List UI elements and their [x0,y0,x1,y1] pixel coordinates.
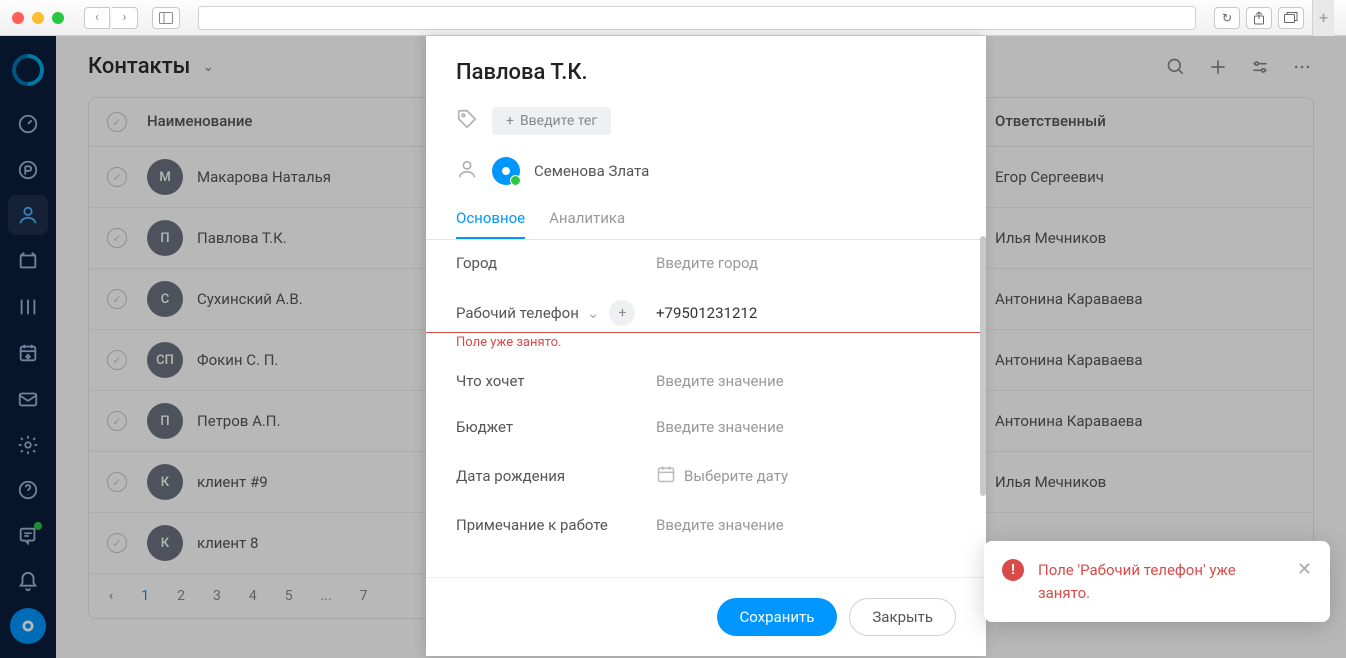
fields-container: Город Рабочий телефон ⌄ + Поле уже занят… [426,240,986,577]
plus-icon: + [506,113,514,129]
toast-message: Поле 'Рабочий телефон' уже занято. [1038,559,1283,604]
budget-label: Бюджет [456,418,656,436]
city-label: Город [456,254,656,272]
phone-input[interactable] [656,304,956,322]
tab-main[interactable]: Основное [456,201,525,239]
toast-close[interactable]: ✕ [1297,559,1312,604]
field-phone: Рабочий телефон ⌄ + [426,286,986,333]
field-dob: Дата рождения [426,450,986,502]
modal-footer: Сохранить Закрыть [426,577,986,656]
tag-icon [456,108,478,134]
owner-row: Семенова Злата [426,151,986,201]
field-city: Город [426,240,986,286]
new-tab-button[interactable]: + [1312,0,1334,36]
add-tag-button[interactable]: +Введите тег [492,107,611,135]
tab-analytics[interactable]: Аналитика [549,201,625,239]
owner-avatar[interactable] [492,157,520,185]
contact-modal: Павлова Т.К. +Введите тег Семенова Злата… [426,36,986,656]
error-icon: ! [1002,559,1024,581]
phone-label: Рабочий телефон [456,304,579,322]
modal-title: Павлова Т.К. [426,36,986,103]
back-button[interactable]: ‹ [84,7,110,29]
phone-type-dropdown[interactable]: ⌄ [587,304,600,322]
reload-button[interactable]: ↻ [1214,7,1240,29]
maximize-window[interactable] [52,12,64,24]
share-button[interactable] [1246,7,1272,29]
minimize-window[interactable] [32,12,44,24]
tags-row: +Введите тег [426,103,986,151]
field-budget: Бюджет [426,404,986,450]
field-note: Примечание к работе [426,502,986,548]
add-phone-button[interactable]: + [609,300,635,326]
calendar-icon[interactable] [656,464,676,488]
dob-label: Дата рождения [456,467,656,485]
save-button[interactable]: Сохранить [717,598,838,636]
wants-label: Что хочет [456,372,656,390]
wants-input[interactable] [656,372,956,390]
budget-input[interactable] [656,418,956,436]
browser-titlebar: ‹ › ↻ + [0,0,1346,36]
sidebar-toggle[interactable] [152,7,180,29]
window-controls [12,12,64,24]
phone-error: Поле уже занято. [426,335,986,358]
note-input[interactable] [656,516,956,534]
modal-tabs: Основное Аналитика [426,201,986,240]
dob-input[interactable] [684,467,956,485]
owner-name[interactable]: Семенова Злата [534,162,649,180]
city-input[interactable] [656,254,956,272]
modal-scrollbar[interactable] [980,236,986,496]
tabs-button[interactable] [1278,7,1304,29]
close-window[interactable] [12,12,24,24]
person-icon [456,158,478,184]
field-wants: Что хочет [426,358,986,404]
nav-back-forward: ‹ › [84,7,138,29]
url-bar[interactable] [198,6,1196,30]
forward-button[interactable]: › [112,7,138,29]
close-button[interactable]: Закрыть [849,598,956,636]
error-toast: ! Поле 'Рабочий телефон' уже занято. ✕ [984,541,1330,622]
note-label: Примечание к работе [456,516,656,534]
